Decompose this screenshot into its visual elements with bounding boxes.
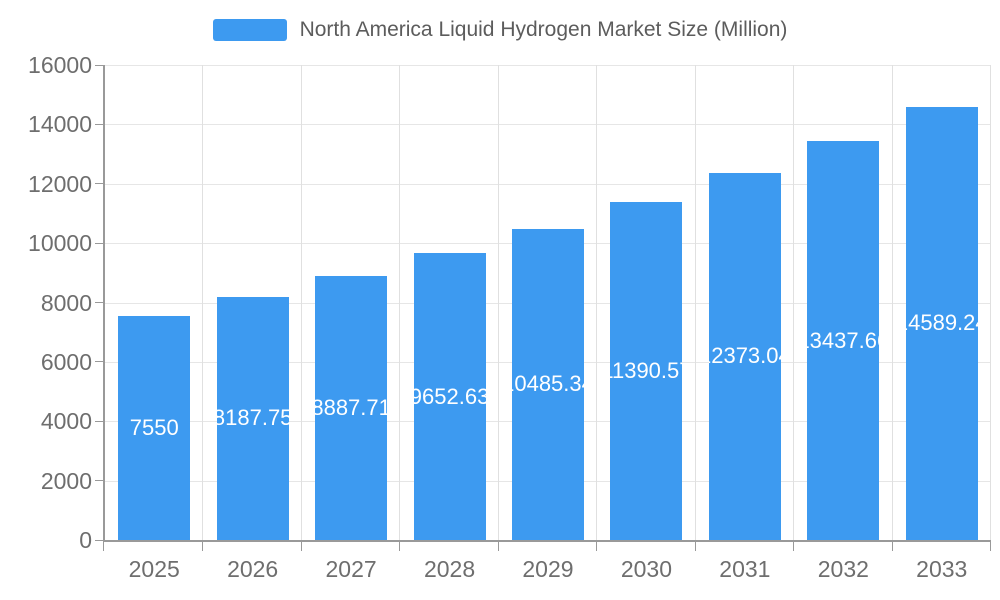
gridline-vertical [891, 65, 893, 540]
y-axis-tick [95, 123, 103, 125]
legend-item[interactable]: North America Liquid Hydrogen Market Siz… [0, 17, 1000, 43]
gridline-vertical [399, 65, 401, 540]
x-axis-tick [202, 542, 204, 551]
x-axis-tick [103, 542, 104, 551]
x-axis-label: 2027 [325, 556, 377, 582]
x-axis-label: 2031 [719, 556, 771, 582]
bar[interactable]: 8187.75 [216, 296, 289, 540]
bar[interactable]: 13437.66 [807, 141, 880, 540]
y-axis-tick [95, 64, 103, 66]
x-axis-tick [694, 542, 696, 551]
gridline-vertical [300, 65, 302, 540]
bar-value-label: 8887.71 [315, 395, 388, 421]
gridline-horizontal [105, 124, 991, 126]
x-axis-label: 2026 [227, 556, 279, 582]
x-axis-label: 2028 [423, 556, 476, 582]
bar[interactable]: 14589.24 [905, 106, 978, 540]
bar-value-label: 14589.24 [906, 310, 978, 336]
y-axis-label: 8000 [40, 289, 92, 316]
x-axis-tick [891, 542, 893, 551]
y-axis-label: 14000 [28, 111, 92, 138]
y-axis-label: 4000 [40, 408, 92, 435]
y-axis-label: 2000 [40, 467, 92, 494]
bar[interactable]: 8887.71 [315, 276, 388, 540]
y-axis-label: 10000 [28, 230, 92, 257]
gridline-horizontal [105, 65, 991, 66]
bar-value-label: 11390.57 [610, 357, 682, 383]
bar-value-label: 12373.04 [709, 343, 781, 369]
gridline-vertical [694, 65, 696, 540]
y-axis-tick [95, 480, 103, 482]
y-axis-label: 16000 [28, 52, 92, 78]
bar-value-label: 10485.34 [512, 371, 584, 397]
x-axis-tick [399, 542, 401, 551]
y-axis-label: 0 [79, 527, 92, 553]
bar[interactable]: 11390.57 [610, 201, 683, 540]
legend-swatch [212, 19, 287, 41]
y-axis-tick [95, 302, 103, 303]
x-axis-label: 2029 [522, 556, 574, 582]
bar-value-label: 8187.75 [216, 405, 289, 431]
bar[interactable]: 10485.34 [512, 228, 584, 540]
x-axis-tick [497, 542, 499, 551]
y-axis-tick [95, 361, 103, 363]
x-axis-label: 2025 [128, 556, 180, 582]
chart-canvas: North America Liquid Hydrogen Market Siz… [0, 0, 1000, 600]
x-axis-tick [793, 542, 795, 551]
bar-value-label: 13437.66 [807, 327, 879, 353]
bar[interactable]: 9652.63 [413, 253, 486, 540]
y-axis-label: 6000 [40, 348, 92, 375]
gridline-vertical [990, 65, 991, 540]
bar[interactable]: 7550 [118, 315, 191, 540]
x-axis-label: 2033 [916, 556, 968, 582]
x-axis-tick [596, 542, 598, 551]
y-axis-label: 12000 [28, 170, 92, 197]
x-axis-label: 2032 [817, 556, 869, 582]
y-axis-tick [95, 242, 103, 244]
gridline-vertical [793, 65, 795, 540]
x-axis-label: 2030 [620, 556, 673, 582]
bar-value-label: 7550 [129, 414, 179, 440]
legend-label: North America Liquid Hydrogen Market Siz… [299, 18, 788, 41]
y-axis-tick [95, 539, 103, 541]
y-axis-tick [95, 420, 103, 422]
bar-value-label: 9652.63 [413, 383, 486, 409]
bar[interactable]: 12373.04 [708, 172, 781, 540]
plot-area: 0 2000 4000 6000 8000 10000 12000 14000 16000 202… [28, 52, 991, 582]
x-axis-tick [300, 542, 302, 551]
gridline-vertical [497, 65, 499, 540]
gridline-vertical [596, 65, 598, 540]
gridline-vertical [202, 65, 204, 540]
x-axis-tick [990, 542, 991, 551]
y-axis-tick [95, 183, 103, 185]
